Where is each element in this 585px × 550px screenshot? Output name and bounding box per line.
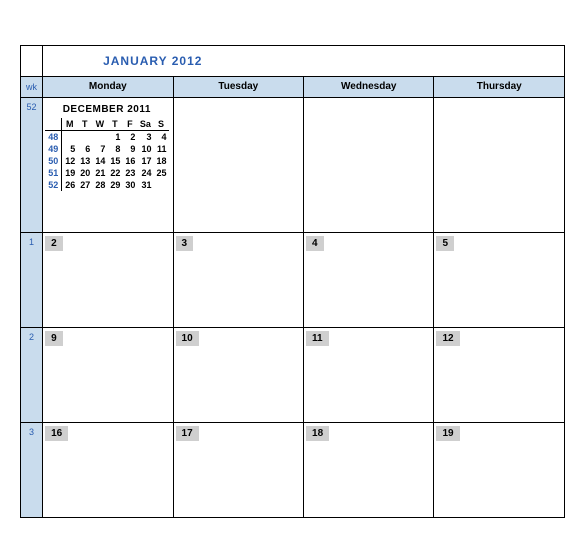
mini-day xyxy=(92,131,107,144)
day-cell: 11 xyxy=(304,328,434,423)
mini-day: 14 xyxy=(92,155,107,167)
day-number: 4 xyxy=(306,236,324,251)
week-number: 1 xyxy=(21,233,43,328)
day-number: 2 xyxy=(45,236,63,251)
mini-dow: M xyxy=(62,118,78,131)
mini-day: 17 xyxy=(137,155,153,167)
day-cell: 5 xyxy=(434,233,565,328)
day-number: 11 xyxy=(306,331,329,346)
day-cell: 4 xyxy=(304,233,434,328)
mini-day: 11 xyxy=(153,143,168,155)
mini-day: 26 xyxy=(62,179,78,191)
mini-day: 23 xyxy=(122,167,137,179)
day-cell: 3 xyxy=(173,233,303,328)
mini-day xyxy=(153,179,168,191)
day-number: 3 xyxy=(176,236,194,251)
mini-wk-header xyxy=(45,118,62,131)
calendar-grid: JANUARY 2012 wk Monday Tuesday Wednesday… xyxy=(20,45,565,518)
mini-dow: F xyxy=(122,118,137,131)
day-cell: 10 xyxy=(173,328,303,423)
day-cell xyxy=(173,98,303,233)
mini-day: 31 xyxy=(137,179,153,191)
col-header-monday: Monday xyxy=(43,77,173,98)
col-header-thursday: Thursday xyxy=(434,77,565,98)
mini-day: 15 xyxy=(107,155,122,167)
calendar-title: JANUARY 2012 xyxy=(43,46,564,76)
day-cell: 17 xyxy=(173,423,303,518)
day-number: 19 xyxy=(436,426,459,441)
mini-day: 19 xyxy=(62,167,78,179)
mini-day: 8 xyxy=(107,143,122,155)
mini-dow: S xyxy=(153,118,168,131)
week-header: wk xyxy=(21,77,43,98)
day-number: 9 xyxy=(45,331,63,346)
day-number: 10 xyxy=(176,331,199,346)
mini-day: 25 xyxy=(153,167,168,179)
mini-day: 24 xyxy=(137,167,153,179)
day-number: 17 xyxy=(176,426,199,441)
week-number: 2 xyxy=(21,328,43,423)
mini-day xyxy=(77,131,92,144)
mini-day: 27 xyxy=(77,179,92,191)
mini-day: 6 xyxy=(77,143,92,155)
mini-calendar-title: DECEMBER 2011 xyxy=(45,102,168,118)
mini-day: 20 xyxy=(77,167,92,179)
mini-day: 5 xyxy=(62,143,78,155)
col-header-wednesday: Wednesday xyxy=(304,77,434,98)
mini-dow: T xyxy=(77,118,92,131)
day-cell: 12 xyxy=(434,328,565,423)
mini-day: 9 xyxy=(122,143,137,155)
mini-day: 2 xyxy=(122,131,137,144)
mini-dow: W xyxy=(92,118,107,131)
mini-day: 3 xyxy=(137,131,153,144)
day-number: 16 xyxy=(45,426,68,441)
mini-dow: T xyxy=(107,118,122,131)
day-cell: DECEMBER 2011 M T W T F Sa S 48 xyxy=(43,98,173,233)
day-cell: 16 xyxy=(43,423,173,518)
mini-day: 7 xyxy=(92,143,107,155)
week-number: 3 xyxy=(21,423,43,518)
col-header-tuesday: Tuesday xyxy=(173,77,303,98)
mini-day: 4 xyxy=(153,131,168,144)
mini-day: 28 xyxy=(92,179,107,191)
mini-day: 22 xyxy=(107,167,122,179)
mini-calendar-grid: M T W T F Sa S 48 1 2 xyxy=(45,118,168,191)
day-cell: 19 xyxy=(434,423,565,518)
mini-calendar: DECEMBER 2011 M T W T F Sa S 48 xyxy=(45,102,168,191)
mini-day: 12 xyxy=(62,155,78,167)
mini-wk: 49 xyxy=(45,143,62,155)
day-cell: 18 xyxy=(304,423,434,518)
title-cell: JANUARY 2012 xyxy=(43,46,565,77)
calendar-page: JANUARY 2012 wk Monday Tuesday Wednesday… xyxy=(20,45,565,518)
day-cell xyxy=(304,98,434,233)
mini-day: 10 xyxy=(137,143,153,155)
day-number: 12 xyxy=(436,331,459,346)
mini-wk: 48 xyxy=(45,131,62,144)
mini-day: 29 xyxy=(107,179,122,191)
mini-day xyxy=(62,131,78,144)
mini-day: 16 xyxy=(122,155,137,167)
mini-day: 30 xyxy=(122,179,137,191)
mini-day: 1 xyxy=(107,131,122,144)
day-cell: 9 xyxy=(43,328,173,423)
mini-wk: 52 xyxy=(45,179,62,191)
day-cell xyxy=(434,98,565,233)
mini-wk: 51 xyxy=(45,167,62,179)
mini-day: 18 xyxy=(153,155,168,167)
mini-day: 21 xyxy=(92,167,107,179)
day-cell: 2 xyxy=(43,233,173,328)
week-number: 52 xyxy=(21,98,43,233)
mini-dow: Sa xyxy=(137,118,153,131)
mini-wk: 50 xyxy=(45,155,62,167)
title-spacer xyxy=(21,46,43,77)
mini-day: 13 xyxy=(77,155,92,167)
day-number: 5 xyxy=(436,236,454,251)
day-number: 18 xyxy=(306,426,329,441)
